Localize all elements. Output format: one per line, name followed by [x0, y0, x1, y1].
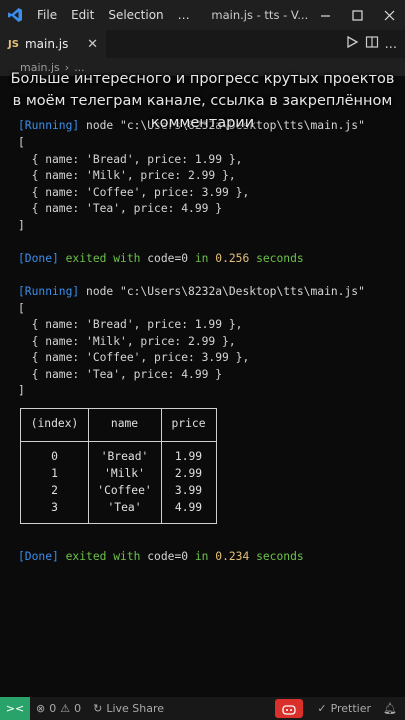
- output-line: [: [18, 136, 25, 149]
- exit-code: code=0: [147, 252, 189, 265]
- run-command: node "c:\Users\8232a\Desktop\tts\main.js…: [79, 285, 365, 298]
- done-in: in: [188, 252, 216, 265]
- warning-count: 0: [74, 702, 82, 715]
- done-line-1: [Done] exited with code=0 in 0.256 secon…: [18, 251, 304, 267]
- editor-actions: ...: [345, 35, 405, 53]
- maximize-icon[interactable]: [341, 0, 373, 30]
- close-window-icon[interactable]: [373, 0, 405, 30]
- done-text: exited with: [58, 550, 148, 563]
- table-cell: 1: [51, 467, 58, 480]
- status-bar: >< ⊗ 0 ⚠ 0 ↻ Live Share ✓ Prettier 🔔︎: [0, 697, 405, 720]
- prettier-label: Prettier: [330, 702, 372, 715]
- table-cell: 'Milk': [104, 467, 145, 480]
- output-line: ]: [18, 384, 25, 397]
- output-line: ]: [18, 219, 25, 232]
- output-line: { name: 'Coffee', price: 3.99 },: [18, 186, 250, 199]
- caption-line: Больше интересного и прогресс крутых про…: [10, 71, 395, 87]
- done-text: exited with: [58, 252, 148, 265]
- table-cell: 2.99: [174, 467, 203, 480]
- error-icon: ⊗: [36, 702, 46, 715]
- split-editor-icon[interactable]: [365, 35, 379, 53]
- live-share-button[interactable]: ↻ Live Share: [87, 702, 170, 715]
- output-line: [: [18, 302, 25, 315]
- run-code-icon[interactable]: [345, 35, 359, 53]
- table-header-divider: [21, 441, 216, 442]
- minimize-icon[interactable]: [309, 0, 341, 30]
- table-cell: 1.99: [174, 450, 203, 463]
- table-cell: 2: [51, 484, 58, 497]
- exit-code: code=0: [147, 550, 189, 563]
- table-header-price: price: [171, 417, 206, 430]
- time-unit: seconds: [249, 252, 304, 265]
- live-share-label: Live Share: [106, 702, 165, 715]
- output-panel: [Running] node "c:\Users\8232a\Desktop\t…: [0, 76, 405, 697]
- output-line: { name: 'Milk', price: 2.99 },: [18, 335, 236, 348]
- done-tag: [Done]: [18, 252, 59, 265]
- problems-indicator[interactable]: ⊗ 0 ⚠ 0: [30, 702, 87, 715]
- menu-edit[interactable]: Edit: [64, 8, 101, 22]
- table-cell: 0: [51, 450, 58, 463]
- table-cell: 'Tea': [107, 501, 142, 514]
- output-line: { name: 'Bread', price: 1.99 },: [18, 318, 243, 331]
- elapsed-time: 0.256: [215, 252, 250, 265]
- caption-overlay: Больше интересного и прогресс крутых про…: [0, 68, 405, 134]
- error-count: 0: [49, 702, 57, 715]
- table-cell: 'Coffee': [97, 484, 152, 497]
- live-share-icon: ↻: [93, 702, 103, 715]
- output-line: { name: 'Bread', price: 1.99 },: [18, 153, 243, 166]
- warning-icon: ⚠: [60, 702, 71, 715]
- window-title: main.js - tts - V...: [211, 8, 309, 22]
- vscode-logo-icon: [0, 0, 30, 30]
- table-header-name: name: [110, 417, 139, 430]
- done-in: in: [188, 550, 216, 563]
- output-line: { name: 'Milk', price: 2.99 },: [18, 169, 236, 182]
- close-tab-icon[interactable]: ✕: [87, 37, 98, 52]
- time-unit: seconds: [249, 550, 304, 563]
- output-line: { name: 'Tea', price: 4.99 }: [18, 202, 223, 215]
- run-line-2: [Running] node "c:\Users\8232a\Desktop\t…: [18, 284, 365, 300]
- copilot-icon[interactable]: [275, 699, 304, 718]
- table-cell: 3: [51, 501, 58, 514]
- tab-bar: JS main.js ✕ ...: [0, 30, 405, 58]
- remote-indicator[interactable]: ><: [0, 697, 30, 720]
- js-file-icon: JS: [8, 38, 19, 50]
- title-bar: File Edit Selection … main.js - tts - V.…: [0, 0, 405, 30]
- table-cell: 3.99: [174, 484, 203, 497]
- done-tag: [Done]: [18, 550, 59, 563]
- check-double-icon: ✓: [317, 702, 327, 715]
- menu-more[interactable]: …: [171, 8, 197, 22]
- caption-line: комментарии: [150, 115, 255, 131]
- table-cell: 4.99: [174, 501, 203, 514]
- menu-file[interactable]: File: [30, 8, 64, 22]
- console-table: (index) name price 0 'Bread' 1.99 1 'Mil…: [20, 408, 217, 524]
- output-line: { name: 'Tea', price: 4.99 }: [18, 368, 223, 381]
- elapsed-time: 0.234: [215, 550, 250, 563]
- notifications-bell-icon[interactable]: 🔔︎: [377, 702, 405, 715]
- running-tag: [Running]: [18, 285, 80, 298]
- caption-line: в моём телеграм канале, ссылка в закрепл…: [12, 93, 393, 109]
- done-line-2: [Done] exited with code=0 in 0.234 secon…: [18, 549, 304, 565]
- menu-selection[interactable]: Selection: [101, 8, 170, 22]
- table-cell: 'Bread': [100, 450, 149, 463]
- table-header-index: (index): [30, 417, 79, 430]
- tab-label: main.js: [24, 37, 69, 51]
- more-actions-icon[interactable]: ...: [385, 37, 397, 52]
- tab-main-js[interactable]: JS main.js ✕: [0, 30, 106, 58]
- prettier-button[interactable]: ✓ Prettier: [311, 702, 377, 715]
- output-line: { name: 'Coffee', price: 3.99 },: [18, 351, 250, 364]
